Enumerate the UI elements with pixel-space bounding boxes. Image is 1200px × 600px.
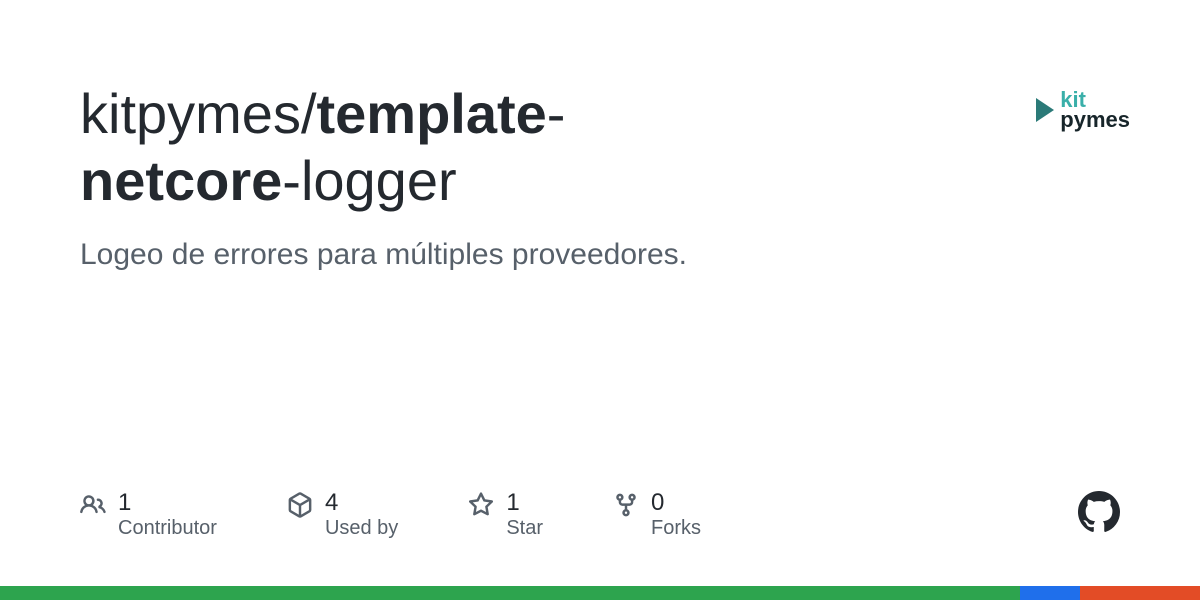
repo-name-bold: template [317,82,547,145]
stat-value: 1 [118,489,217,517]
title-block: kitpymes/template-netcore-logger Logeo d… [80,80,1036,272]
slash: / [301,82,317,145]
stat-value: 0 [651,489,701,517]
stat-label: Forks [651,517,701,540]
stat-label: Contributor [118,517,217,540]
org-logo: kit pymes [1036,90,1130,130]
stat-label: Used by [325,517,398,540]
people-icon [80,492,106,523]
star-icon [468,492,494,523]
stat-contributors: 1 Contributor [80,489,217,540]
stat-value: 1 [506,489,543,517]
logo-text-pymes: pymes [1060,110,1130,130]
stat-value: 4 [325,489,398,517]
bar-segment-3 [1080,586,1200,600]
repo-owner: kitpymes [80,82,301,145]
fork-icon [613,492,639,523]
github-icon [1078,491,1120,538]
stats-list: 1 Contributor 4 Used by 1 St [80,489,701,540]
logo-triangle-icon [1036,98,1054,122]
header-row: kitpymes/template-netcore-logger Logeo d… [80,80,1120,272]
package-icon [287,492,313,523]
repo-description: Logeo de errores para múltiples proveedo… [80,238,1036,272]
stat-usedby: 4 Used by [287,489,398,540]
stats-row: 1 Contributor 4 Used by 1 St [80,489,1120,540]
bar-segment-2 [1020,586,1080,600]
stat-stars: 1 Star [468,489,543,540]
bar-segment-1 [0,586,1020,600]
stat-label: Star [506,517,543,540]
stat-forks: 0 Forks [613,489,701,540]
repo-title: kitpymes/template-netcore-logger [80,80,800,214]
main-container: kitpymes/template-netcore-logger Logeo d… [0,0,1200,600]
language-bar [0,586,1200,600]
